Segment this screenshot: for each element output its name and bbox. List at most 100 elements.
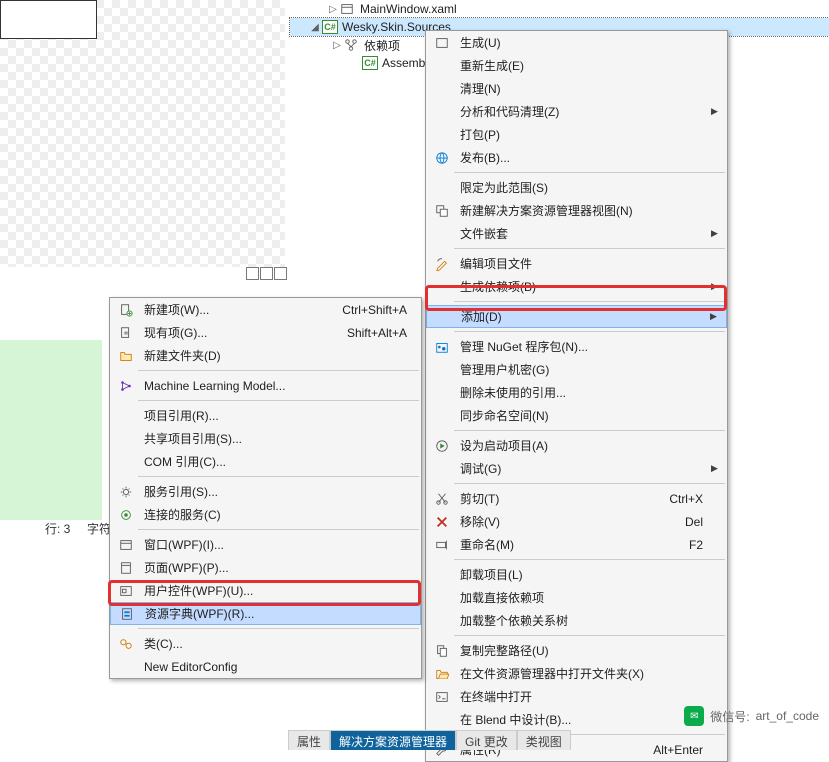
menu-item-label: 加载直接依赖项: [452, 589, 711, 606]
menu-item[interactable]: 重命名(M)F2: [426, 533, 727, 556]
submenu-arrow-icon: ▶: [711, 281, 721, 292]
menu-item[interactable]: 生成依赖项(B)▶: [426, 275, 727, 298]
project-context-menu[interactable]: 生成(U)重新生成(E)清理(N)分析和代码清理(Z)▶打包(P)发布(B)..…: [425, 30, 728, 762]
class-icon: [116, 637, 136, 651]
view-mode-2[interactable]: [260, 267, 273, 280]
design-element[interactable]: [0, 0, 97, 39]
wechat-icon: ✉: [684, 706, 704, 726]
menu-item[interactable]: 窗口(WPF)(I)...: [110, 533, 421, 556]
menu-item[interactable]: 在终端中打开: [426, 685, 727, 708]
menu-item[interactable]: 用户控件(WPF)(U)...: [110, 579, 421, 602]
menu-item[interactable]: 加载整个依赖关系树: [426, 609, 727, 632]
tree-item[interactable]: ▷ MainWindow.xaml: [290, 0, 829, 18]
design-canvas[interactable]: [0, 0, 285, 267]
menu-separator: [138, 476, 419, 477]
menu-item-label: 窗口(WPF)(I)...: [136, 536, 415, 553]
menu-item[interactable]: 同步命名空间(N): [426, 404, 727, 427]
panel-tabs[interactable]: 属性解决方案资源管理器Git 更改类视图: [288, 730, 571, 750]
menu-item-label: 新建文件夹(D): [136, 347, 415, 364]
csharp-icon: C#: [322, 20, 338, 34]
menu-item[interactable]: 移除(V)Del: [426, 510, 727, 533]
menu-item[interactable]: 资源字典(WPF)(R)...: [110, 602, 421, 625]
panel-tab[interactable]: 解决方案资源管理器: [330, 730, 456, 750]
watermark-prefix: 微信号:: [710, 708, 749, 725]
menu-item[interactable]: 管理用户机密(G): [426, 358, 727, 381]
menu-item[interactable]: 生成(U): [426, 31, 727, 54]
status-line-label: 行: 3: [45, 522, 70, 536]
cut-icon: [432, 492, 452, 506]
menu-item[interactable]: 复制完整路径(U): [426, 639, 727, 662]
menu-item-label: 添加(D): [453, 308, 710, 325]
expander-icon[interactable]: ▷: [330, 40, 344, 51]
submenu-arrow-icon: ▶: [711, 228, 721, 239]
menu-item-label: 服务引用(S)...: [136, 483, 415, 500]
menu-item[interactable]: 添加(D)▶: [426, 305, 727, 328]
resdict-icon: [117, 607, 137, 621]
menu-item[interactable]: 服务引用(S)...: [110, 480, 421, 503]
menu-item-label: 删除未使用的引用...: [452, 384, 711, 401]
status-char-label: 字符: [87, 522, 111, 536]
panel-tab[interactable]: Git 更改: [456, 730, 517, 750]
menu-item[interactable]: 现有项(G)...Shift+Alt+A: [110, 321, 421, 344]
menu-item[interactable]: 在 Blend 中设计(B)...: [426, 708, 727, 731]
expander-icon[interactable]: ▷: [326, 4, 340, 15]
menu-item[interactable]: 编辑项目文件: [426, 252, 727, 275]
menu-item[interactable]: COM 引用(C)...: [110, 450, 421, 473]
menu-item-label: 清理(N): [452, 80, 711, 97]
menu-item-label: 重新生成(E): [452, 57, 711, 74]
menu-item-label: 打包(P): [452, 126, 711, 143]
menu-item[interactable]: New EditorConfig: [110, 655, 421, 678]
menu-item[interactable]: 文件嵌套▶: [426, 222, 727, 245]
menu-item-label: 剪切(T): [452, 490, 669, 507]
menu-item[interactable]: 新建文件夹(D): [110, 344, 421, 367]
menu-item-label: 连接的服务(C): [136, 506, 415, 523]
menu-item[interactable]: 分析和代码清理(Z)▶: [426, 100, 727, 123]
tree-item-label: MainWindow.xaml: [360, 2, 457, 16]
menu-item[interactable]: 新建解决方案资源管理器视图(N): [426, 199, 727, 222]
menu-item[interactable]: 重新生成(E): [426, 54, 727, 77]
menu-item-label: 文件嵌套: [452, 225, 711, 242]
menu-item[interactable]: 限定为此范围(S): [426, 176, 727, 199]
menu-item-label: 用户控件(WPF)(U)...: [136, 582, 415, 599]
panel-tab[interactable]: 属性: [288, 730, 330, 750]
menu-item[interactable]: 删除未使用的引用...: [426, 381, 727, 404]
expander-icon[interactable]: ◢: [308, 22, 322, 33]
menu-item-label: 项目引用(R)...: [136, 407, 415, 424]
menu-item-label: 分析和代码清理(Z): [452, 103, 711, 120]
menu-item[interactable]: 加载直接依赖项: [426, 586, 727, 609]
panel-tab[interactable]: 类视图: [517, 730, 571, 750]
menu-item[interactable]: 共享项目引用(S)...: [110, 427, 421, 450]
view-mode-buttons: [246, 267, 287, 280]
menu-item[interactable]: 新建项(W)...Ctrl+Shift+A: [110, 298, 421, 321]
menu-item[interactable]: 卸载项目(L): [426, 563, 727, 586]
menu-item[interactable]: 剪切(T)Ctrl+X: [426, 487, 727, 510]
menu-item[interactable]: 类(C)...: [110, 632, 421, 655]
menu-separator: [454, 301, 725, 302]
menu-item-label: Machine Learning Model...: [136, 379, 415, 393]
menu-separator: [138, 370, 419, 371]
menu-item[interactable]: 设为启动项目(A): [426, 434, 727, 457]
copypath-icon: [432, 644, 452, 658]
menu-item-label: 同步命名空间(N): [452, 407, 711, 424]
menu-item-label: 限定为此范围(S): [452, 179, 711, 196]
editor-gutter: [0, 340, 102, 520]
add-submenu[interactable]: 新建项(W)...Ctrl+Shift+A现有项(G)...Shift+Alt+…: [109, 297, 422, 679]
menu-item[interactable]: 项目引用(R)...: [110, 404, 421, 427]
menu-item[interactable]: 在文件资源管理器中打开文件夹(X): [426, 662, 727, 685]
startup-icon: [432, 439, 452, 453]
menu-item[interactable]: 发布(B)...: [426, 146, 727, 169]
menu-item[interactable]: 管理 NuGet 程序包(N)...: [426, 335, 727, 358]
menu-item-label: 在 Blend 中设计(B)...: [452, 711, 711, 728]
menu-item[interactable]: 页面(WPF)(P)...: [110, 556, 421, 579]
menu-item-label: 新建解决方案资源管理器视图(N): [452, 202, 711, 219]
view-mode-1[interactable]: [246, 267, 259, 280]
view-mode-3[interactable]: [274, 267, 287, 280]
menu-separator: [138, 400, 419, 401]
menu-item[interactable]: Machine Learning Model...: [110, 374, 421, 397]
menu-item-label: 管理用户机密(G): [452, 361, 711, 378]
menu-item[interactable]: 打包(P): [426, 123, 727, 146]
menu-item[interactable]: 连接的服务(C): [110, 503, 421, 526]
menu-item[interactable]: 调试(G)▶: [426, 457, 727, 480]
menu-item[interactable]: 清理(N): [426, 77, 727, 100]
menu-item-label: New EditorConfig: [136, 660, 415, 674]
